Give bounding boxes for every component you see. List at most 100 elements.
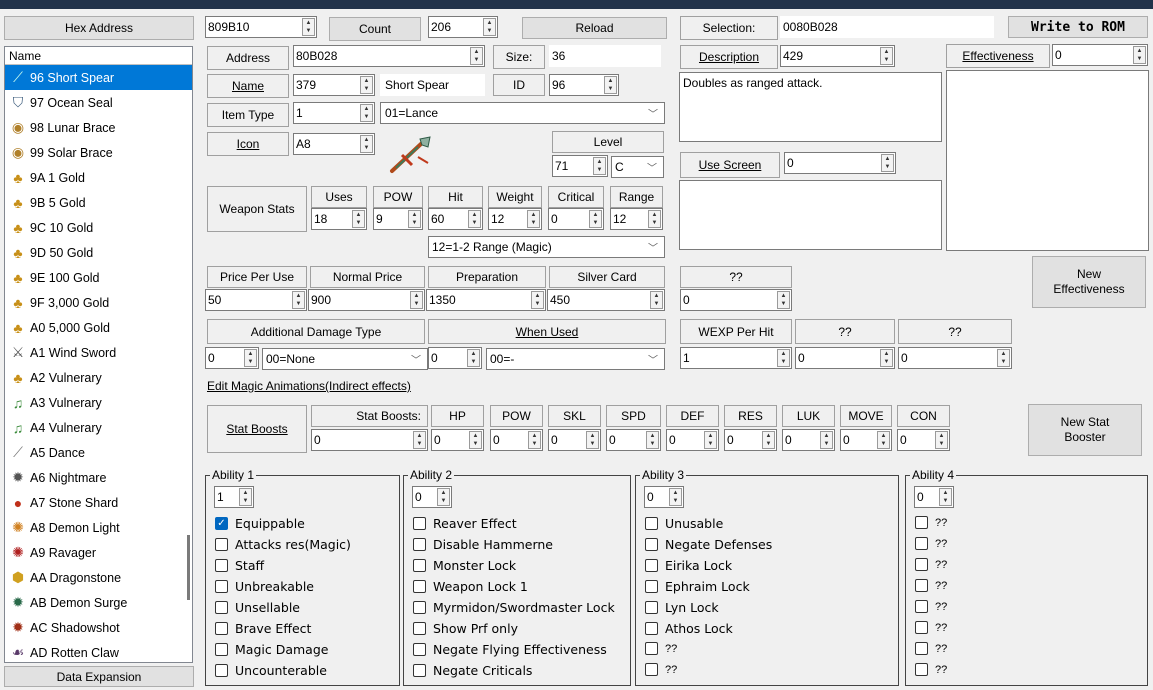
checkbox-box[interactable] — [413, 664, 426, 677]
list-item[interactable]: ♣ A2 Vulnerary — [5, 365, 192, 390]
checkbox-box[interactable] — [645, 559, 658, 572]
checkbox-box[interactable] — [915, 537, 928, 550]
spinner[interactable]: ▲ ▼ — [437, 488, 450, 506]
checkbox-box[interactable] — [645, 642, 658, 655]
ability-checkbox[interactable]: Myrmidon/Swordmaster Lock — [413, 600, 615, 615]
list-item[interactable]: ✺ A8 Demon Light — [5, 515, 192, 540]
ability-checkbox[interactable]: Staff — [215, 558, 264, 573]
boost-input-spd[interactable]: 0 ▲ ▼ — [606, 429, 661, 451]
boost-input-con[interactable]: 0 ▲ ▼ — [897, 429, 950, 451]
ability-checkbox[interactable]: Unusable — [645, 516, 723, 531]
spinner[interactable]: ▲ ▼ — [528, 431, 541, 449]
ability-checkbox[interactable]: Negate Defenses — [645, 537, 772, 552]
list-item[interactable]: ⚔ A1 Wind Sword — [5, 340, 192, 365]
range-select[interactable]: 12=1-2 Range (Magic) ﹀ — [428, 236, 665, 258]
selection-value[interactable]: 0080B028 — [780, 16, 994, 38]
boost-input-pow[interactable]: 0 ▲ ▼ — [490, 429, 543, 451]
price-input-1[interactable]: 900 ▲ ▼ — [308, 289, 425, 311]
count-spinner[interactable]: ▲ ▼ — [483, 18, 496, 36]
checkbox-box[interactable] — [413, 580, 426, 593]
ability-checkbox[interactable]: Unsellable — [215, 600, 300, 615]
checkbox-box[interactable] — [915, 558, 928, 571]
spinner[interactable]: ▲ ▼ — [586, 431, 599, 449]
checkbox-box[interactable] — [915, 663, 928, 676]
list-item[interactable]: ♣ 9A 1 Gold — [5, 165, 192, 190]
description-spinner[interactable]: ▲ ▼ — [880, 47, 893, 65]
ability-checkbox[interactable]: ?? — [915, 642, 947, 655]
checkbox-box[interactable] — [413, 601, 426, 614]
ability-checkbox[interactable]: Negate Criticals — [413, 663, 532, 678]
name-label[interactable]: Name — [207, 74, 289, 98]
ability-checkbox[interactable]: Negate Flying Effectiveness — [413, 642, 607, 657]
ability-checkbox[interactable]: Ephraim Lock — [645, 579, 750, 594]
ability-checkbox[interactable]: ?? — [915, 537, 947, 550]
checkbox-box[interactable] — [215, 601, 228, 614]
icon-label[interactable]: Icon — [207, 132, 289, 156]
checkbox-box[interactable] — [915, 642, 928, 655]
when-used-select[interactable]: 00=- ﹀ — [486, 348, 665, 370]
stat-boosts-input[interactable]: 0 ▲ ▼ — [311, 429, 428, 451]
list-item[interactable]: ✺ A9 Ravager — [5, 540, 192, 565]
list-item[interactable]: ⟋ 96 Short Spear — [5, 65, 192, 90]
checkbox-box[interactable] — [215, 559, 228, 572]
list-item[interactable]: ♣ 9D 50 Gold — [5, 240, 192, 265]
id-spinner[interactable]: ▲ ▼ — [604, 76, 617, 94]
ability-checkbox[interactable]: Attacks res(Magic) — [215, 537, 351, 552]
checkbox-box[interactable] — [215, 622, 228, 635]
checkbox-box[interactable] — [215, 643, 228, 656]
reload-button[interactable]: Reload — [522, 17, 667, 39]
checkbox-box[interactable] — [645, 580, 658, 593]
unknown-input-3[interactable]: 0 ▲ ▼ — [898, 347, 1012, 369]
ability-checkbox[interactable]: Lyn Lock — [645, 600, 719, 615]
list-item[interactable]: ♣ 9B 5 Gold — [5, 190, 192, 215]
checkbox-box[interactable] — [413, 643, 426, 656]
description-label[interactable]: Description — [680, 45, 778, 69]
checkbox-box[interactable] — [215, 664, 228, 677]
item-list[interactable]: Name ⟋ 96 Short Spear ⛉ 97 Ocean Seal ◉ 98 Lu… — [4, 46, 193, 663]
stat-input-hit[interactable]: 60 ▲ ▼ — [428, 208, 483, 230]
stat-input-uses[interactable]: 18 ▲ ▼ — [311, 208, 367, 230]
stat-input-pow[interactable]: 9 ▲ ▼ — [373, 208, 423, 230]
use-screen-label[interactable]: Use Screen — [680, 152, 780, 178]
ability-3-input[interactable]: 0 ▲ ▼ — [644, 486, 684, 508]
checkbox-box[interactable] — [645, 517, 658, 530]
checkbox-box[interactable] — [915, 600, 928, 613]
ability-checkbox[interactable]: ✓ Equippable — [215, 516, 305, 531]
spinner[interactable]: ▲ ▼ — [669, 488, 682, 506]
wexp-input[interactable]: 1 ▲ ▼ — [680, 347, 792, 369]
list-item[interactable]: ✹ AB Demon Surge — [5, 590, 192, 615]
boost-input-luk[interactable]: 0 ▲ ▼ — [782, 429, 835, 451]
level-spinner[interactable]: ▲ ▼ — [593, 157, 606, 175]
effectiveness-list[interactable] — [946, 70, 1149, 251]
spinner[interactable]: ▲ ▼ — [704, 431, 717, 449]
ability-checkbox[interactable]: ?? — [915, 558, 947, 571]
spinner[interactable]: ▲ ▼ — [935, 431, 948, 449]
level-input[interactable]: 71 ▲ ▼ — [552, 155, 608, 177]
hex-address-button[interactable]: Hex Address — [4, 16, 194, 40]
checkbox-box[interactable] — [645, 601, 658, 614]
checkbox-box[interactable] — [645, 622, 658, 635]
address-input[interactable]: 80B028 ▲ ▼ — [293, 45, 485, 67]
description-textarea[interactable]: Doubles as ranged attack. — [679, 72, 942, 142]
list-item[interactable]: ♣ 9F 3,000 Gold — [5, 290, 192, 315]
address-spinner[interactable]: ▲ ▼ — [470, 47, 483, 65]
ability-checkbox[interactable]: ?? — [915, 579, 947, 592]
ability-2-input[interactable]: 0 ▲ ▼ — [412, 486, 452, 508]
ability-checkbox[interactable]: Athos Lock — [645, 621, 733, 636]
ability-1-input[interactable]: 1 ▲ ▼ — [214, 486, 254, 508]
item-type-select[interactable]: 01=Lance ﹀ — [380, 102, 665, 124]
additional-damage-input[interactable]: 0 ▲ ▼ — [205, 347, 259, 369]
list-item[interactable]: ✹ AC Shadowshot — [5, 615, 192, 640]
hex-address-spinner[interactable]: ▲ ▼ — [302, 18, 315, 36]
price-input-2[interactable]: 1350 ▲ ▼ — [426, 289, 546, 311]
ability-checkbox[interactable]: Uncounterable — [215, 663, 327, 678]
checkbox-box[interactable] — [645, 663, 658, 676]
list-item[interactable]: ◉ 98 Lunar Brace — [5, 115, 192, 140]
checkbox-box[interactable] — [915, 579, 928, 592]
ability-checkbox[interactable]: Eirika Lock — [645, 558, 732, 573]
use-screen-spinner[interactable]: ▲ ▼ — [881, 154, 894, 172]
price-input-0[interactable]: 50 ▲ ▼ — [205, 289, 307, 311]
spinner[interactable]: ▲ ▼ — [239, 488, 252, 506]
description-input[interactable]: 429 ▲ ▼ — [780, 45, 895, 67]
checkbox-box[interactable] — [413, 517, 426, 530]
